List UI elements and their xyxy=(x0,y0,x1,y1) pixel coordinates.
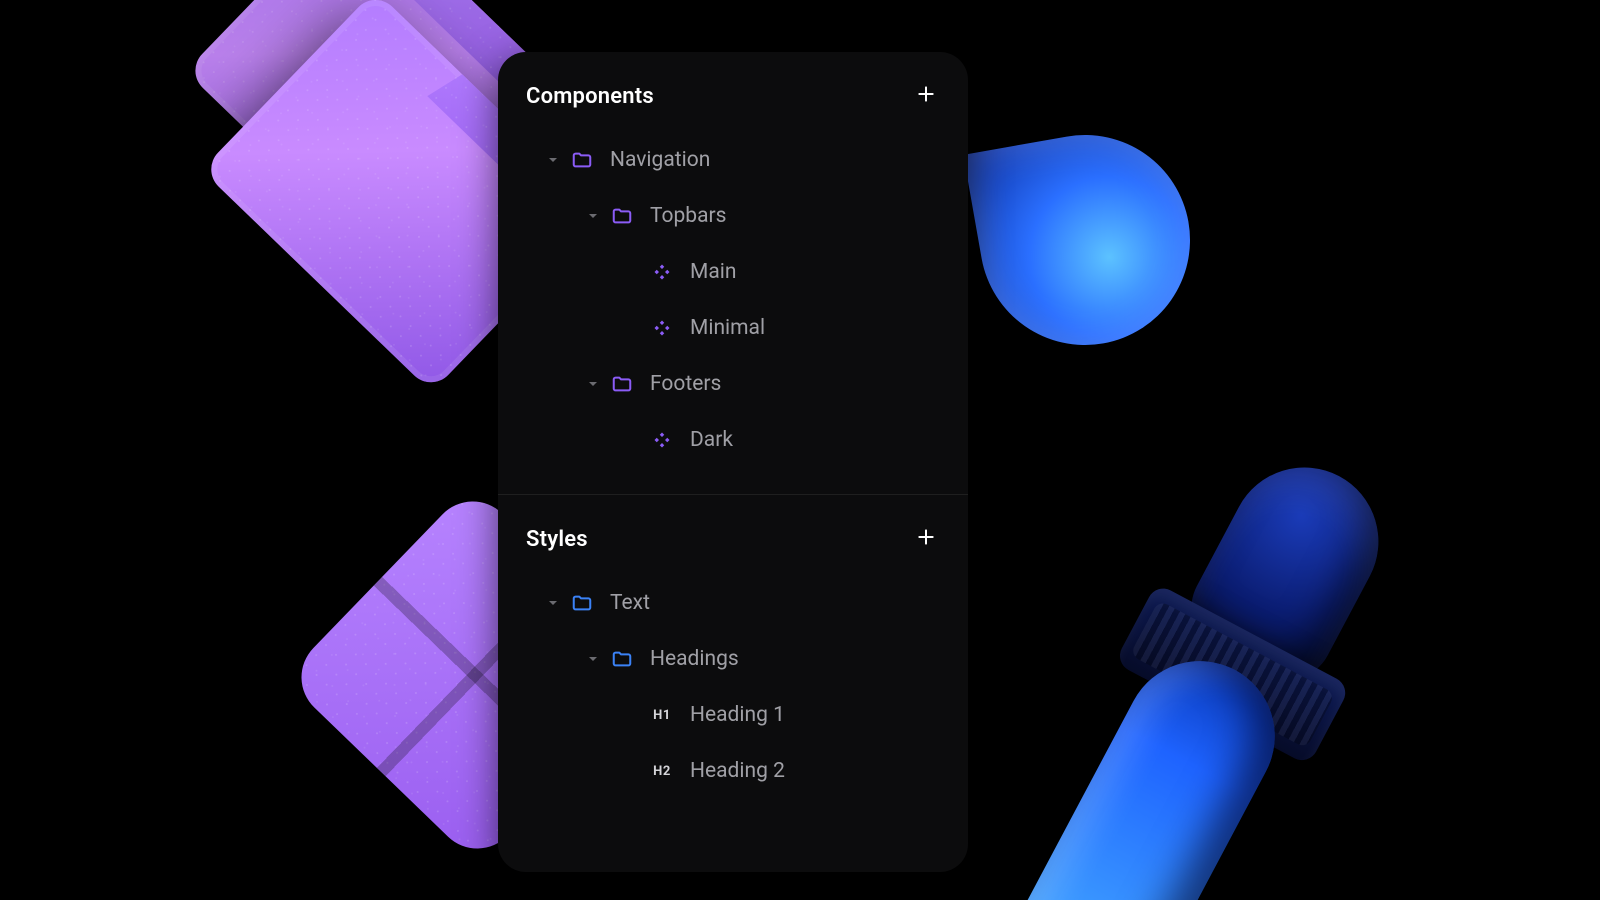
tree-item-label: Main xyxy=(690,260,736,284)
tree-style-heading1[interactable]: H1 Heading 1 xyxy=(526,687,940,743)
tree-item-label: Navigation xyxy=(610,148,710,172)
component-icon xyxy=(648,314,676,342)
caret-down-icon xyxy=(584,211,602,221)
decorative-droplet xyxy=(963,118,1206,361)
tree-folder-headings[interactable]: Headings xyxy=(526,631,940,687)
components-title: Components xyxy=(526,84,654,109)
plus-icon xyxy=(916,84,936,108)
add-component-button[interactable] xyxy=(912,82,940,110)
tree-item-label: Heading 2 xyxy=(690,759,785,783)
tree-item-label: Footers xyxy=(650,372,721,396)
folder-icon xyxy=(568,589,596,617)
tree-folder-footers[interactable]: Footers xyxy=(526,356,940,412)
tree-component-main[interactable]: Main xyxy=(526,244,940,300)
caret-down-icon xyxy=(544,598,562,608)
tree-component-minimal[interactable]: Minimal xyxy=(526,300,940,356)
heading-badge-icon: H2 xyxy=(648,757,676,785)
component-icon xyxy=(648,258,676,286)
folder-icon xyxy=(608,370,636,398)
tree-folder-navigation[interactable]: Navigation xyxy=(526,132,940,188)
components-section: Components Navigation xyxy=(498,52,968,494)
tree-item-label: Minimal xyxy=(690,316,765,340)
heading-badge-icon: H1 xyxy=(648,701,676,729)
styles-title: Styles xyxy=(526,527,588,552)
caret-down-icon xyxy=(584,379,602,389)
tree-style-heading2[interactable]: H2 Heading 2 xyxy=(526,743,940,799)
folder-icon xyxy=(568,146,596,174)
tree-folder-text[interactable]: Text xyxy=(526,575,940,631)
tree-item-label: Headings xyxy=(650,647,739,671)
tree-item-label: Dark xyxy=(690,428,733,452)
tree-component-dark[interactable]: Dark xyxy=(526,412,940,468)
styles-section: Styles Text xyxy=(498,494,968,825)
tree-item-label: Heading 1 xyxy=(690,703,785,727)
tree-folder-topbars[interactable]: Topbars xyxy=(526,188,940,244)
tree-item-label: Text xyxy=(610,591,650,615)
folder-icon xyxy=(608,202,636,230)
assets-panel: Components Navigation xyxy=(498,52,968,872)
component-icon xyxy=(648,426,676,454)
folder-icon xyxy=(608,645,636,673)
caret-down-icon xyxy=(544,155,562,165)
plus-icon xyxy=(916,527,936,551)
add-style-button[interactable] xyxy=(912,525,940,553)
tree-item-label: Topbars xyxy=(650,204,726,228)
caret-down-icon xyxy=(584,654,602,664)
